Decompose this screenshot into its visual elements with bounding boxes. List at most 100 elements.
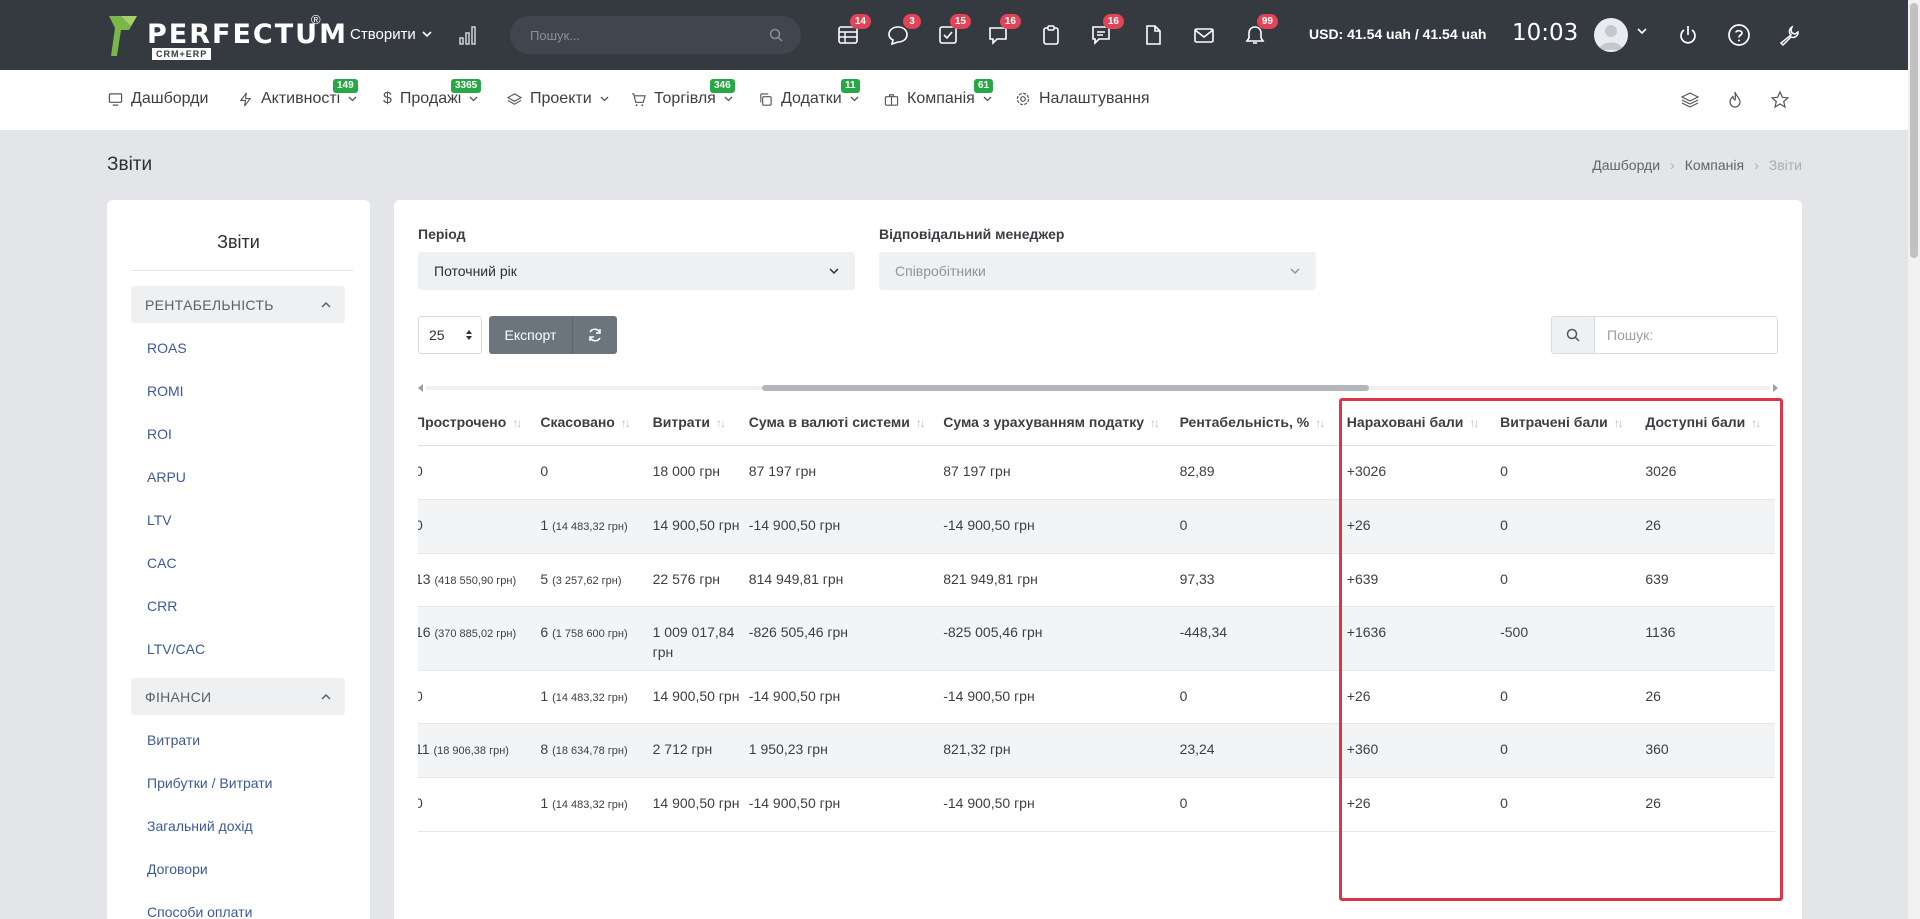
breadcrumb-dashboards[interactable]: Дашборди xyxy=(1592,157,1660,173)
create-dropdown-button[interactable]: Створити xyxy=(350,26,432,43)
column-header[interactable]: Витрачені бали ↑↓ xyxy=(1500,400,1646,446)
sidebar-link-crr[interactable]: CRR xyxy=(147,598,177,614)
logo[interactable]: PERFECTUM ® CRM+ERP xyxy=(107,12,346,60)
messages-icon[interactable]: 16 xyxy=(1088,14,1124,48)
refresh-button[interactable] xyxy=(573,316,617,354)
nav-label: Дашборди xyxy=(131,90,209,107)
table-horizontal-scrollbar[interactable] xyxy=(418,384,1778,392)
nav-badge: 3365 xyxy=(451,79,482,93)
sidebar-link-roi[interactable]: ROI xyxy=(147,426,172,442)
table-cell: 1 009 017,84 грн xyxy=(652,606,749,671)
section-finance[interactable]: ФІНАНСИ xyxy=(131,678,345,715)
bell-icon[interactable]: 99 xyxy=(1242,14,1278,48)
scroll-right-arrow-icon[interactable] xyxy=(1773,384,1778,392)
scroll-left-arrow-icon[interactable] xyxy=(418,384,423,392)
table-cell: -500 xyxy=(1500,606,1646,671)
refresh-icon xyxy=(589,328,601,342)
column-header[interactable]: Прострочено ↑↓ xyxy=(418,400,541,446)
mail-icon[interactable] xyxy=(1191,22,1217,48)
page-scrollbar-thumb[interactable] xyxy=(1910,3,1918,258)
column-header[interactable]: Рентабельність, % ↑↓ xyxy=(1179,400,1347,446)
sidebar-link-contracts[interactable]: Договори xyxy=(147,861,208,877)
sidebar-link-total-income[interactable]: Загальний дохід xyxy=(147,818,253,834)
nav-company[interactable]: Компанія 61 xyxy=(884,79,994,108)
fire-icon[interactable] xyxy=(1725,90,1745,110)
star-icon[interactable] xyxy=(1770,90,1790,110)
breadcrumb-company[interactable]: Компанія xyxy=(1685,157,1744,173)
report-table: Прострочено ↑↓ Скасовано ↑↓ Витрати ↑↓ Сума… xyxy=(418,400,1775,832)
section-label: РЕНТАБЕЛЬНІСТЬ xyxy=(145,296,274,313)
table-row[interactable]: 11 (18 906,38 грн)8 (18 634,78 грн)2 712… xyxy=(418,723,1775,778)
sidebar-link-cac[interactable]: CAC xyxy=(147,555,177,571)
table-cell: 1 (14 483,32 грн) xyxy=(540,670,653,724)
export-button[interactable]: Експорт xyxy=(489,316,573,354)
wrench-icon[interactable] xyxy=(1776,22,1802,48)
table-row[interactable]: 16 (370 885,02 грн) 6 (1 758 600 грн) 1 00… xyxy=(418,606,1775,671)
nav-projects[interactable]: Проекти xyxy=(507,90,609,108)
table-cell: -14 900,50 грн xyxy=(748,670,944,724)
export-label: Експорт xyxy=(504,327,557,343)
table-row[interactable]: 0 0 18 000 грн 87 197 грн 87 197 грн 82,89 +30… xyxy=(418,445,1775,500)
nav-addons[interactable]: Додатки 11 xyxy=(758,79,860,108)
document-icon[interactable] xyxy=(1140,22,1166,48)
column-header[interactable]: Витрати ↑↓ xyxy=(652,400,749,446)
column-header[interactable]: Сума в валюті системи ↑↓ xyxy=(748,400,944,446)
per-page-select[interactable]: 25 xyxy=(418,316,482,354)
scrollbar-thumb[interactable] xyxy=(762,385,1369,391)
task-check-icon[interactable]: 15 xyxy=(935,14,971,48)
period-select[interactable]: Поточний рік xyxy=(418,252,855,290)
search-icon xyxy=(1566,328,1580,342)
table-cell: 0 xyxy=(1500,553,1646,607)
help-icon[interactable] xyxy=(1726,22,1752,48)
table-search-input[interactable] xyxy=(1595,317,1777,353)
logo-subtitle: CRM+ERP xyxy=(152,48,212,60)
sidebar-link-ltv[interactable]: LTV xyxy=(147,512,172,528)
section-profitability[interactable]: РЕНТАБЕЛЬНІСТЬ xyxy=(131,286,345,323)
chevron-down-icon xyxy=(829,267,839,274)
table-row[interactable]: 01 (14 483,32 грн) 14 900,50 грн -14 900,5… xyxy=(418,670,1775,724)
table-row[interactable]: 13 (418 550,90 грн) 5 (3 257,62 грн) 22 57… xyxy=(418,553,1775,607)
period-value: Поточний рік xyxy=(434,263,517,279)
sidebar-link-income-expenses[interactable]: Прибутки / Витрати xyxy=(147,775,272,791)
comments-icon[interactable]: 16 xyxy=(985,14,1021,48)
search-icon[interactable] xyxy=(769,28,783,42)
nav-activities[interactable]: Активності 149 xyxy=(238,79,358,108)
bar-chart-icon[interactable] xyxy=(458,24,480,46)
table-search xyxy=(1594,316,1778,354)
column-header[interactable]: Нараховані бали ↑↓ xyxy=(1346,400,1501,446)
global-search-input[interactable] xyxy=(510,16,750,54)
avatar[interactable] xyxy=(1594,18,1628,52)
sidebar-link-arpu[interactable]: ARPU xyxy=(147,469,186,485)
nav-sales[interactable]: $ Продажі 3365 xyxy=(383,79,482,108)
manager-select[interactable]: Співробітники xyxy=(879,252,1316,290)
column-header[interactable]: Доступні бали ↑↓ xyxy=(1645,400,1775,446)
nav-dashboards[interactable]: Дашборди xyxy=(108,90,208,108)
notifications-badge: 99 xyxy=(1256,14,1278,29)
chevron-down-icon xyxy=(850,96,859,102)
layers-toggle-icon[interactable] xyxy=(1680,90,1700,110)
table-cell: 814 949,81 грн xyxy=(748,553,944,607)
table-cell: 18 000 грн xyxy=(652,445,749,500)
user-menu-chevron-icon[interactable] xyxy=(1637,28,1647,35)
table-row[interactable]: 01 (14 483,32 грн) 14 900,50 грн -14 900,5… xyxy=(418,499,1775,554)
tasks-table-icon[interactable]: 14 xyxy=(835,14,871,48)
column-header[interactable]: Сума з урахуванням податку ↑↓ xyxy=(943,400,1180,446)
gear-icon xyxy=(1016,92,1030,106)
nav-label: Компанія xyxy=(907,90,975,107)
table-cell: 2 712 грн xyxy=(652,723,749,778)
table-cell: 26 xyxy=(1645,499,1775,554)
clipboard-icon[interactable] xyxy=(1038,22,1064,48)
sidebar-link-roas[interactable]: ROAS xyxy=(147,340,187,356)
sidebar-link-payment-methods[interactable]: Способи оплати xyxy=(147,904,252,919)
power-icon[interactable] xyxy=(1675,22,1701,48)
sidebar-link-romi[interactable]: ROMI xyxy=(147,383,184,399)
column-header[interactable]: Скасовано ↑↓ xyxy=(540,400,653,446)
nav-trade[interactable]: Торгівля 346 xyxy=(631,79,735,108)
table-row[interactable]: 01 (14 483,32 грн) 14 900,50 грн -14 900,5… xyxy=(418,777,1775,832)
sidebar-link-ltv-cac[interactable]: LTV/CAC xyxy=(147,641,205,657)
chat-icon[interactable]: 3 xyxy=(885,14,921,48)
nav-settings[interactable]: Налаштування xyxy=(1015,90,1150,108)
page-scrollbar[interactable] xyxy=(1908,0,1920,919)
sidebar-link-expenses[interactable]: Витрати xyxy=(147,732,200,748)
table-cell: 0 xyxy=(540,445,653,500)
